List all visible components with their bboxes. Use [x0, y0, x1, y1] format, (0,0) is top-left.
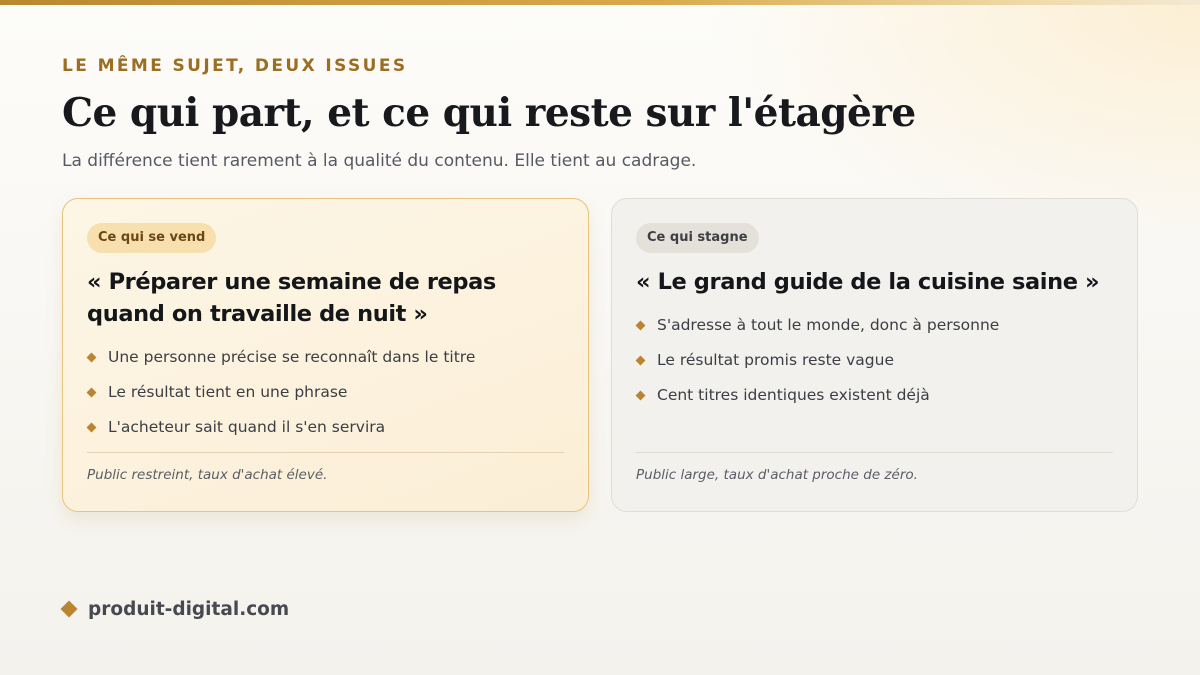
card-stagnates-note: Public large, taux d'achat proche de zér… [636, 467, 918, 483]
brand-name: produit-digital.com [88, 598, 290, 620]
card-sells-points: Une personne précise se reconnaît dans l… [86, 340, 564, 445]
diamond-logo-icon [60, 600, 78, 618]
card-sells: Ce qui se vend « Préparer une semaine de… [62, 198, 589, 512]
diamond-bullet-icon [635, 390, 646, 401]
footer-brand: produit-digital.com [60, 596, 289, 622]
diamond-bullet-icon [86, 352, 97, 363]
card-sells-title: « Préparer une semaine de repas quand on… [87, 269, 496, 327]
card-divider [87, 452, 564, 453]
card-sells-badge: Ce qui se vend [87, 223, 217, 253]
section-eyebrow: LE MÊME SUJET, DEUX ISSUES [62, 56, 408, 76]
card-stagnates-badge: Ce qui stagne [636, 223, 759, 253]
point-text: Le résultat promis reste vague [657, 351, 894, 369]
point-text: Une personne précise se reconnaît dans l… [108, 348, 476, 366]
list-item: Le résultat promis reste vague [635, 343, 1113, 378]
page-title: Ce qui part, et ce qui reste sur l'étagè… [62, 90, 916, 136]
list-item: Une personne précise se reconnaît dans l… [86, 340, 564, 375]
diamond-bullet-icon [635, 320, 646, 331]
diamond-bullet-icon [635, 355, 646, 366]
point-text: S'adresse à tout le monde, donc à person… [657, 316, 1000, 334]
list-item: Le résultat tient en une phrase [86, 375, 564, 410]
list-item: S'adresse à tout le monde, donc à person… [635, 308, 1113, 343]
card-divider [636, 452, 1113, 453]
card-stagnates-points: S'adresse à tout le monde, donc à person… [635, 308, 1113, 413]
point-text: Cent titres identiques existent déjà [657, 386, 930, 404]
point-text: L'acheteur sait quand il s'en servira [108, 418, 386, 436]
page-subtitle: La différence tient rarement à la qualit… [62, 151, 697, 171]
card-sells-note: Public restreint, taux d'achat élevé. [87, 467, 328, 483]
diamond-bullet-icon [86, 387, 97, 398]
point-text: Le résultat tient en une phrase [108, 383, 348, 401]
top-accent-bar [0, 0, 1200, 5]
card-stagnates-title: « Le grand guide de la cuisine saine » [636, 269, 1100, 295]
diamond-bullet-icon [86, 422, 97, 433]
list-item: Cent titres identiques existent déjà [635, 378, 1113, 413]
list-item: L'acheteur sait quand il s'en servira [86, 410, 564, 445]
card-stagnates: Ce qui stagne « Le grand guide de la cui… [611, 198, 1138, 512]
